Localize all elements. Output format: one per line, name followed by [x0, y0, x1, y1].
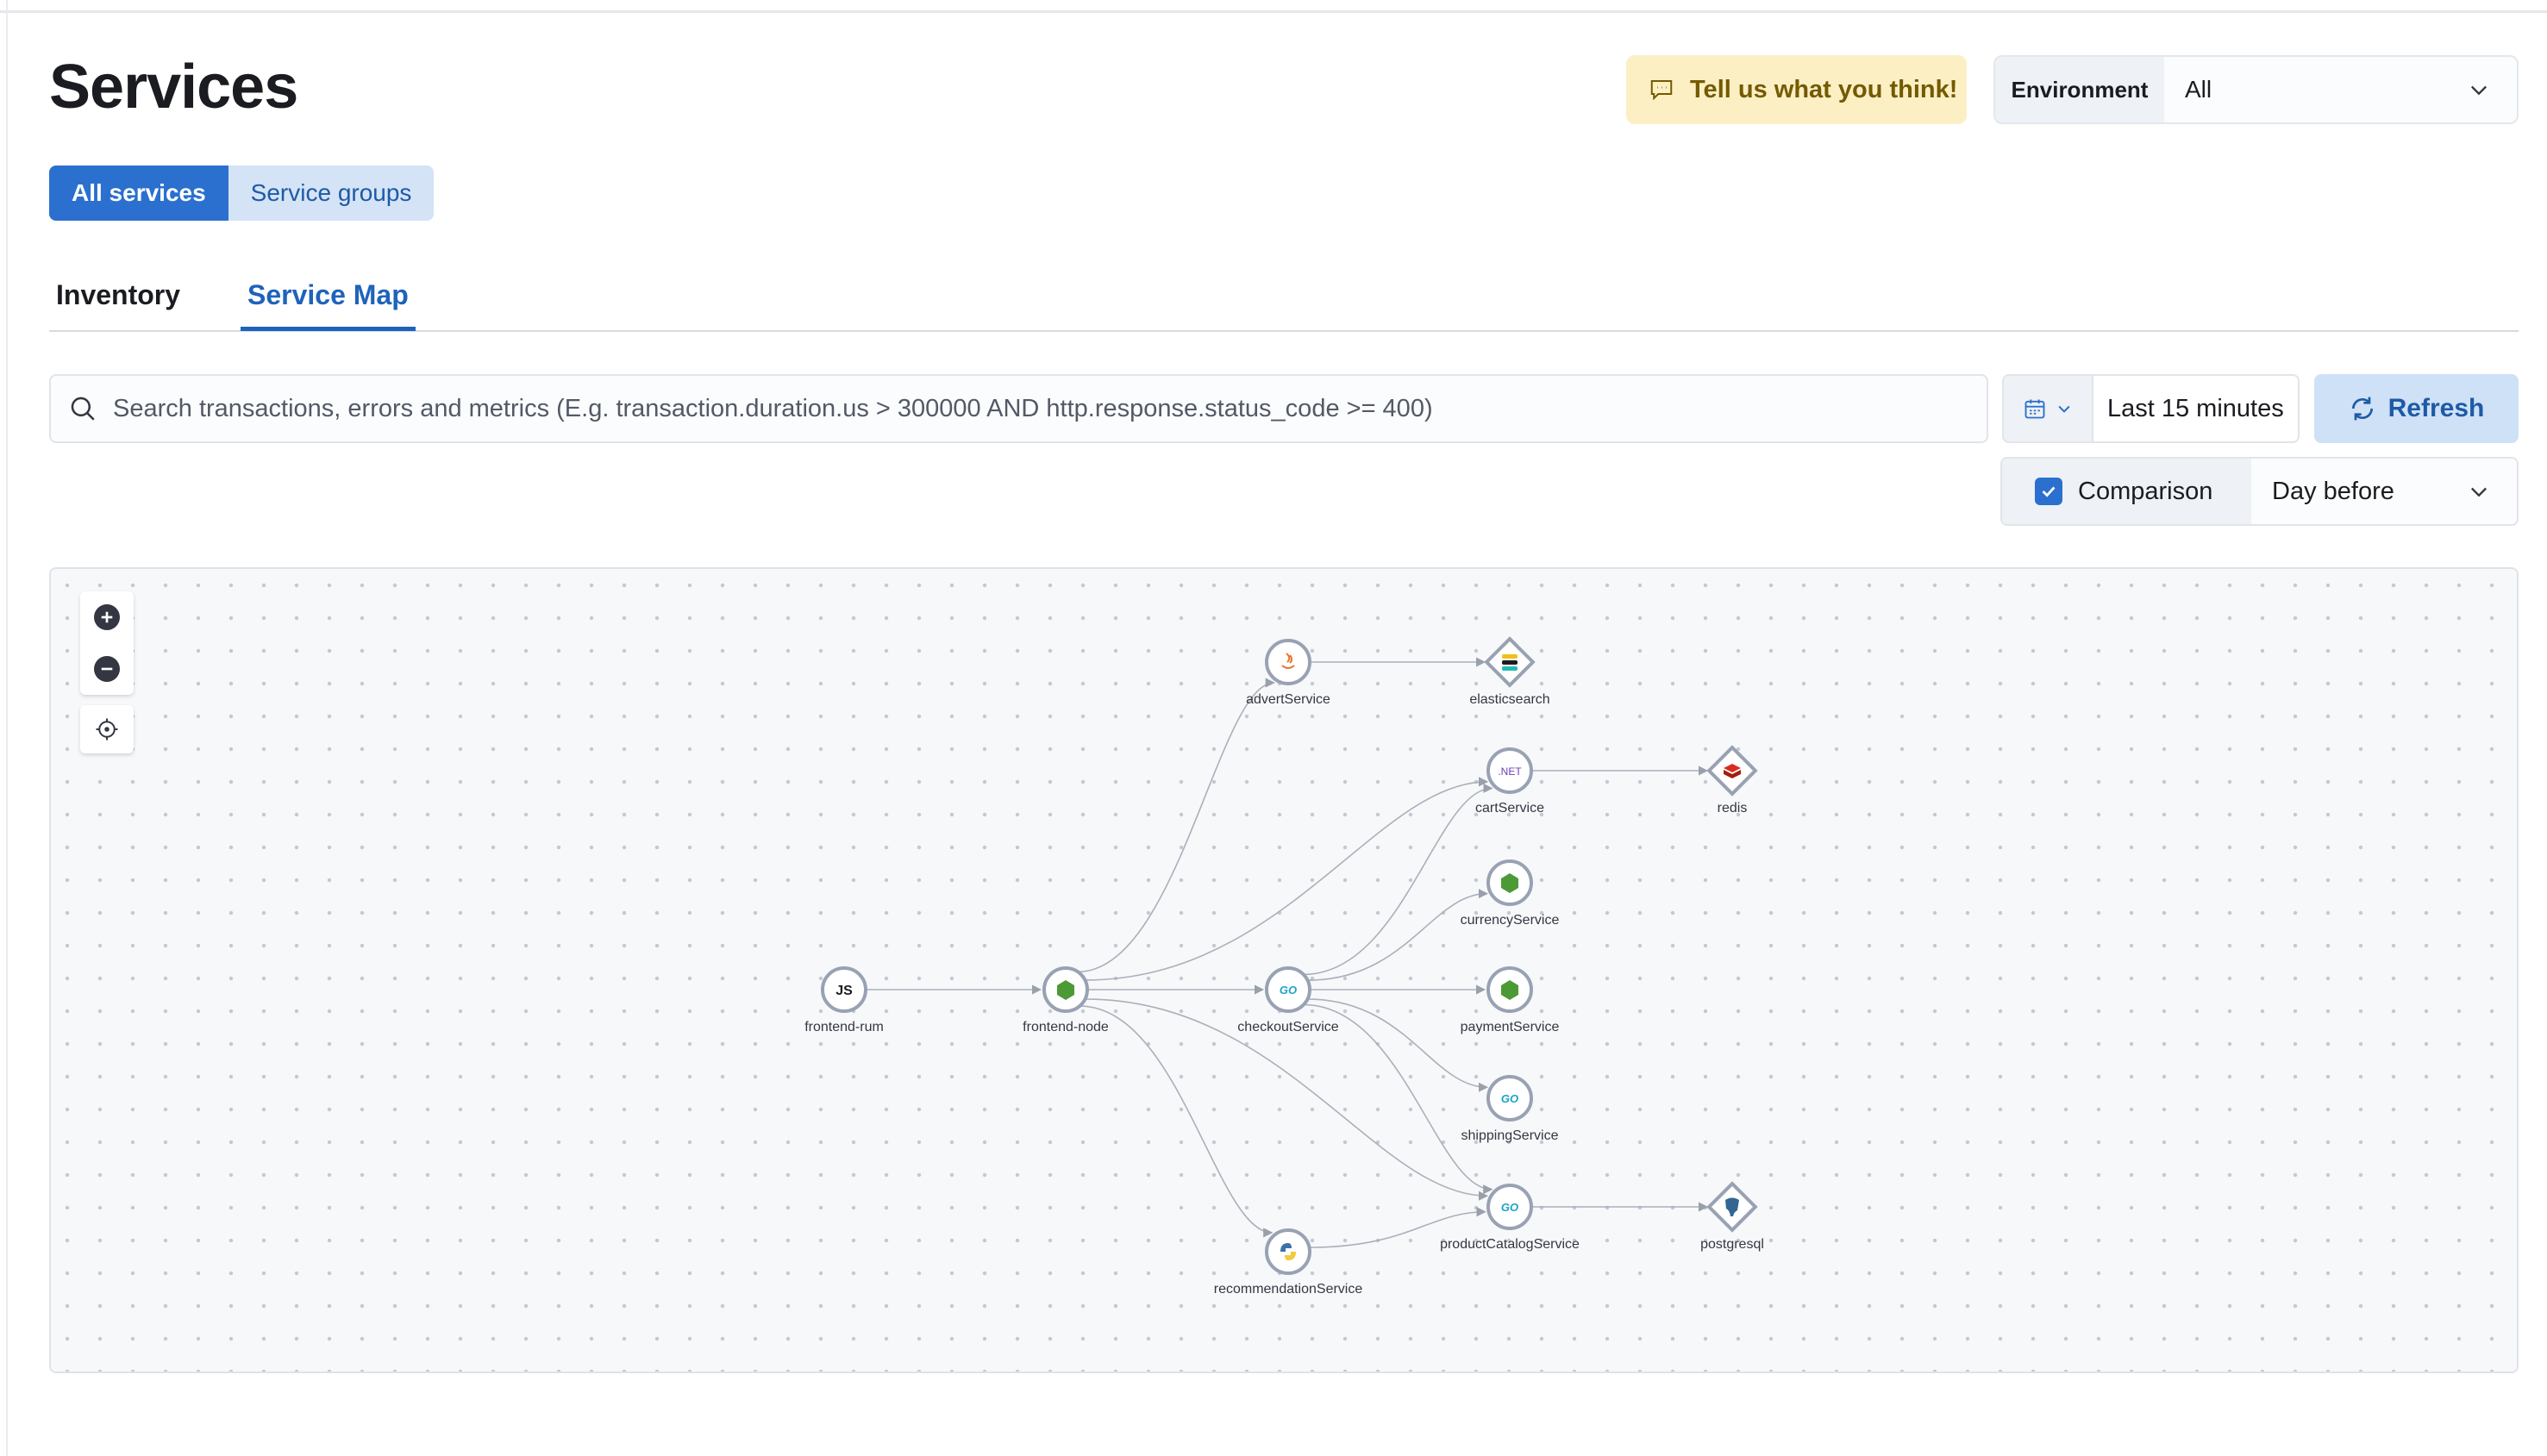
service-node-productCatalogService[interactable]: GO productCatalogService: [1440, 1184, 1580, 1252]
service-node-shippingService[interactable]: GO shippingService: [1461, 1075, 1559, 1143]
refresh-button[interactable]: Refresh: [2314, 374, 2519, 443]
feedback-icon: [1650, 80, 1673, 101]
calendar-icon: [2024, 399, 2045, 419]
node-label: paymentService: [1461, 1020, 1560, 1034]
go-icon: GO: [1280, 984, 1297, 997]
top-border: [0, 0, 2547, 13]
comparison-select[interactable]: Day before: [2251, 459, 2517, 524]
service-node-recommendationService[interactable]: recommendationService: [1214, 1228, 1363, 1297]
comparison-toggle[interactable]: Comparison: [2002, 459, 2251, 524]
edge-frontend-node-to-cartService[interactable]: [1085, 777, 1489, 981]
center-map-button[interactable]: [80, 705, 134, 753]
node-label: recommendationService: [1214, 1282, 1363, 1297]
edge-frontend-node-to-advertService[interactable]: [1078, 678, 1275, 973]
node-label: productCatalogService: [1440, 1237, 1580, 1252]
left-border: [0, 0, 8, 1456]
minus-icon: [101, 667, 113, 671]
refresh-label: Refresh: [2387, 394, 2485, 422]
node-label: cartService: [1475, 801, 1544, 815]
search-bar[interactable]: [49, 374, 1988, 443]
check-icon: [2042, 486, 2056, 497]
chevron-down-icon: [2471, 85, 2487, 96]
feedback-button[interactable]: Tell us what you think!: [1626, 55, 1967, 124]
refresh-icon: [2351, 397, 2373, 421]
dotnet-icon: .NET: [1498, 765, 1522, 778]
go-icon: GO: [1501, 1201, 1518, 1214]
node-label: frontend-rum: [804, 1020, 884, 1034]
service-map-graph[interactable]: JS frontend-rum frontend-node advertService…: [51, 569, 2517, 1372]
date-picker[interactable]: Last 15 minutes: [2002, 374, 2300, 443]
zoom-in-button[interactable]: [94, 604, 120, 630]
service-circle: [1265, 1228, 1311, 1275]
comparison-control: Comparison Day before: [2000, 457, 2519, 526]
tab-bar: Inventory Service Map: [49, 267, 2519, 332]
service-node-redis[interactable]: redis: [1706, 745, 1758, 815]
node-label: currencyService: [1461, 913, 1560, 928]
environment-label: Environment: [1995, 57, 2164, 122]
service-groups-button[interactable]: Service groups: [228, 166, 435, 221]
zoom-out-button[interactable]: [94, 656, 120, 682]
node-label: checkoutService: [1237, 1020, 1338, 1034]
go-icon: GO: [1501, 1092, 1518, 1105]
service-map-canvas[interactable]: JS frontend-rum frontend-node advertService…: [49, 567, 2519, 1373]
service-node-checkoutService[interactable]: GO checkoutService: [1237, 966, 1339, 1034]
crosshair-icon: [96, 718, 118, 740]
chevron-down-icon: [2471, 487, 2487, 497]
search-input[interactable]: [113, 394, 1967, 423]
node-label: advertService: [1246, 692, 1330, 707]
edge-frontend-node-to-recommendationService[interactable]: [1080, 1005, 1274, 1238]
plus-icon: [101, 611, 113, 623]
comparison-value: Day before: [2272, 477, 2394, 505]
elasticsearch-icon: [1502, 654, 1518, 659]
edge-checkoutService-to-shippingService[interactable]: [1307, 998, 1489, 1092]
zoom-controls: [80, 591, 134, 695]
service-node-paymentService[interactable]: paymentService: [1461, 966, 1560, 1034]
environment-value: All: [2185, 76, 2212, 103]
node-label: shippingService: [1461, 1128, 1559, 1143]
page-title: Services: [49, 53, 298, 122]
service-node-postgresql[interactable]: postgresql: [1700, 1181, 1764, 1252]
quick-select-button[interactable]: [2004, 376, 2093, 441]
tab-inventory[interactable]: Inventory: [56, 279, 180, 327]
search-icon: [71, 397, 95, 421]
all-services-button[interactable]: All services: [49, 166, 228, 221]
service-node-advertService[interactable]: advertService: [1246, 639, 1330, 707]
node-label: redis: [1718, 801, 1748, 815]
service-node-frontend-node[interactable]: frontend-node: [1023, 966, 1109, 1034]
environment-select[interactable]: Environment All: [1993, 55, 2519, 124]
service-node-elasticsearch[interactable]: elasticsearch: [1469, 636, 1550, 707]
environment-value-box[interactable]: All: [2164, 57, 2517, 122]
date-range-display[interactable]: Last 15 minutes: [2093, 376, 2298, 441]
node-label: postgresql: [1700, 1237, 1764, 1252]
edge-checkoutService-to-cartService[interactable]: [1303, 783, 1493, 976]
tab-service-map[interactable]: Service Map: [241, 279, 416, 331]
comparison-label: Comparison: [2078, 477, 2213, 505]
node-layer: JS frontend-rum frontend-node advertService…: [804, 636, 1764, 1297]
service-view-toggle: All services Service groups: [49, 166, 435, 221]
comparison-checkbox[interactable]: [2035, 478, 2062, 505]
js-icon: JS: [835, 984, 853, 998]
elasticsearch-icon: [1502, 666, 1518, 671]
node-label: frontend-node: [1023, 1020, 1109, 1034]
edge-layer: [866, 657, 1709, 1248]
node-label: elasticsearch: [1469, 692, 1549, 707]
elasticsearch-icon: [1502, 660, 1518, 665]
feedback-label: Tell us what you think!: [1690, 75, 1958, 103]
service-node-frontend-rum[interactable]: JS frontend-rum: [804, 966, 884, 1034]
chevron-down-icon: [2058, 405, 2070, 413]
